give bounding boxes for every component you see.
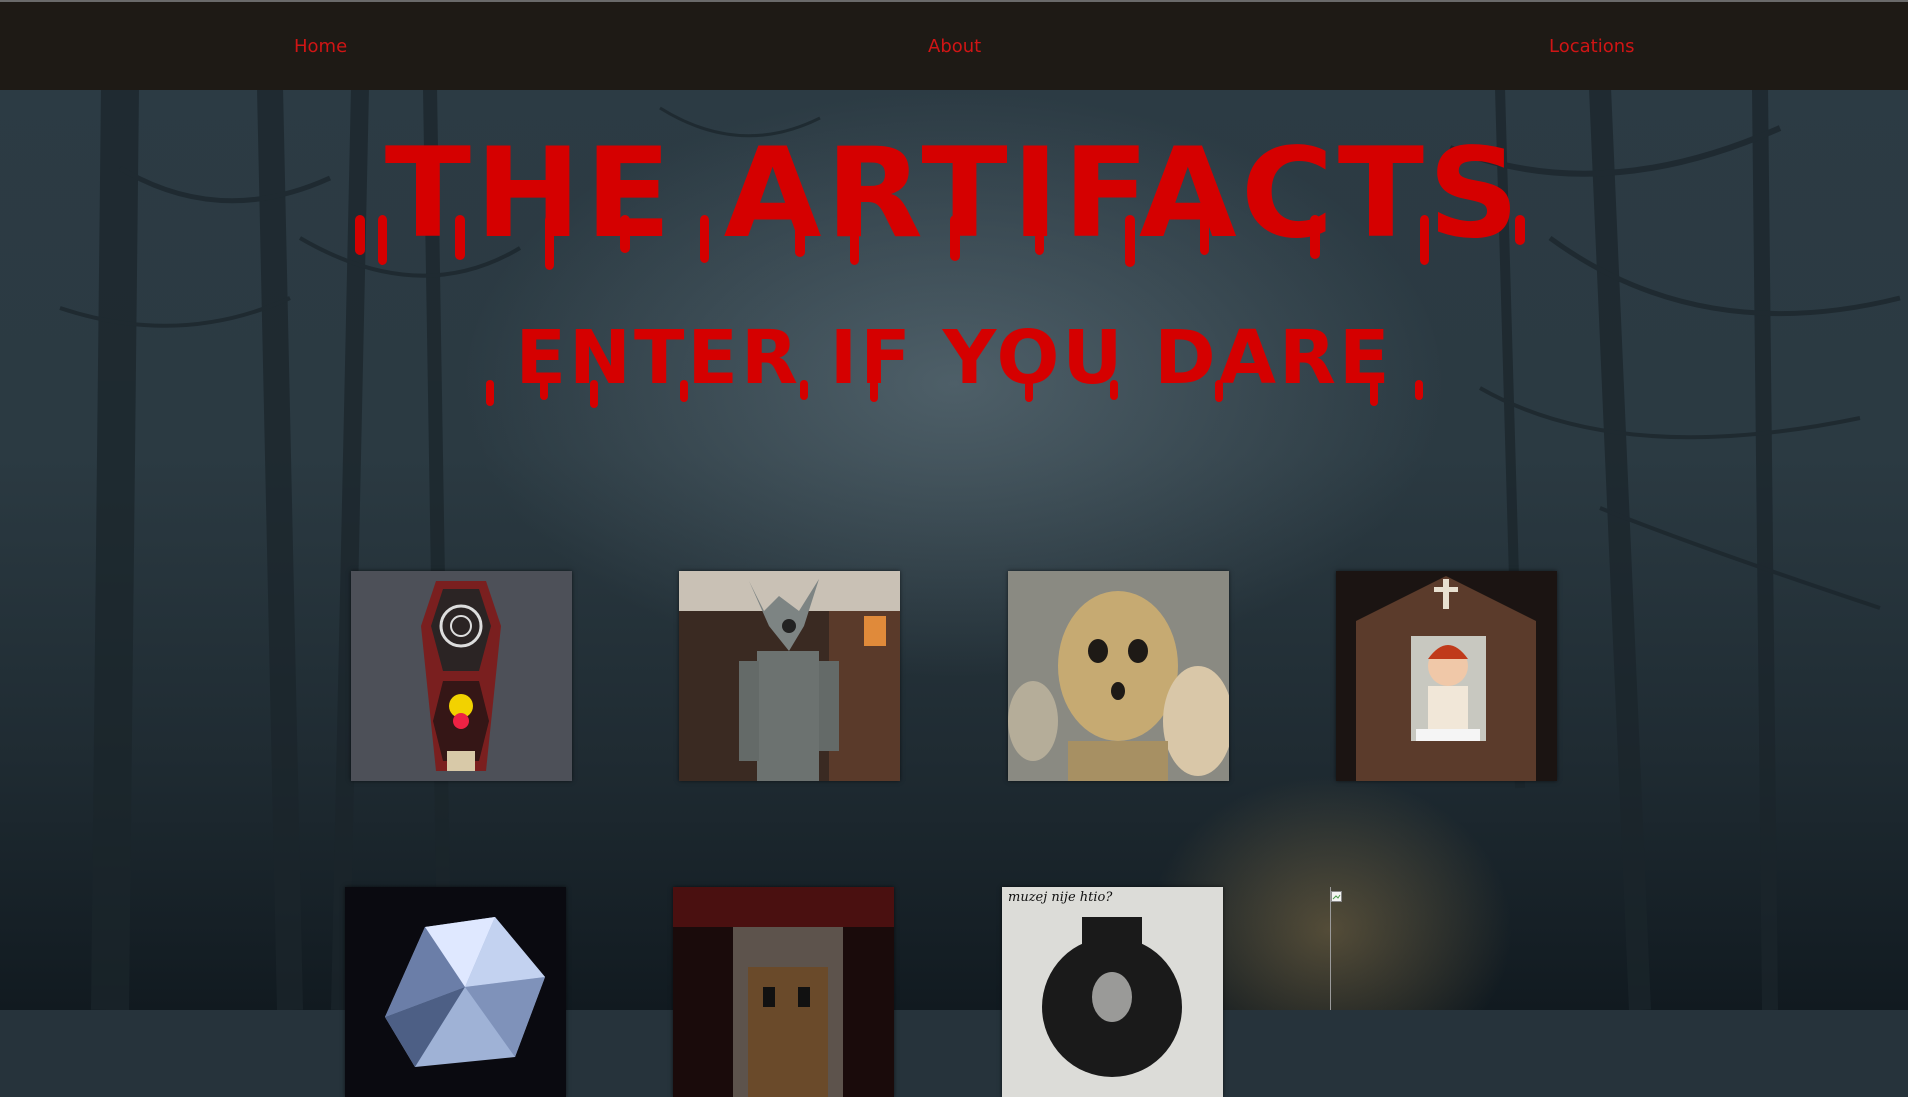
broken-image-icon xyxy=(1331,891,1342,902)
artifact-thumb-wooden-figure[interactable] xyxy=(679,571,900,781)
artifact-thumb-display-case[interactable] xyxy=(673,887,894,1097)
blood-drips-decoration xyxy=(355,215,1525,408)
wooden-figure-image xyxy=(679,571,900,781)
crystal-gem-image xyxy=(345,887,566,1097)
broken-image-placeholder[interactable] xyxy=(1330,887,1343,1010)
old-doll-heads-image xyxy=(1008,571,1229,781)
artifact-thumb-crystal[interactable] xyxy=(345,887,566,1097)
newspaper-caption: muzej nije htio? xyxy=(1008,890,1113,905)
annabelle-doll-case-image xyxy=(1336,571,1557,781)
clown-coffin-image xyxy=(351,571,572,781)
artifact-thumb-clown-coffin[interactable] xyxy=(351,571,572,781)
glass-display-case-image xyxy=(673,887,894,1097)
artifact-thumb-newspaper[interactable]: muzej nije htio? xyxy=(1002,887,1223,1097)
artifact-thumb-doll-heads[interactable] xyxy=(1008,571,1229,781)
newspaper-clipping-image: muzej nije htio? xyxy=(1002,887,1223,1097)
artifact-thumb-annabelle-case[interactable] xyxy=(1336,571,1557,781)
